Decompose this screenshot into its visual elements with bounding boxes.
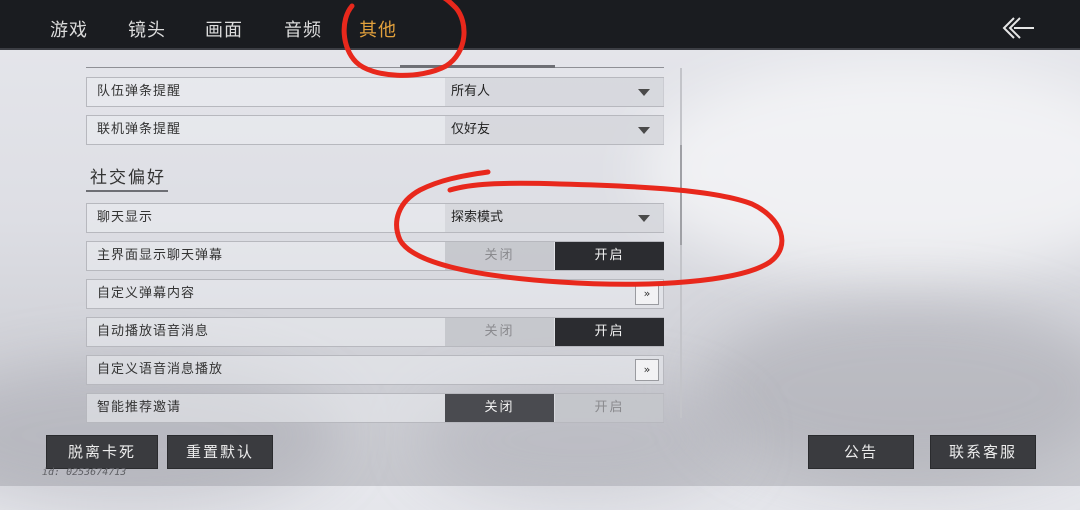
tab-audio[interactable]: 音频 — [284, 0, 322, 48]
divider — [400, 65, 555, 68]
dropdown-value: 所有人 — [451, 84, 491, 99]
setting-row-team-popup: 队伍弹条提醒 所有人 — [86, 77, 664, 107]
settings-panel: 队伍弹条提醒 所有人 联机弹条提醒 仅好友 社交偏好 聊天显示 探索模式 主界面… — [0, 50, 1080, 436]
tab-camera[interactable]: 镜头 — [128, 0, 166, 48]
toggle-on-option[interactable]: 开启 — [555, 318, 664, 346]
setting-label: 主界面显示聊天弹幕 — [97, 248, 224, 263]
coop-popup-dropdown[interactable]: 仅好友 — [445, 116, 664, 144]
caret-down-icon — [638, 89, 650, 96]
unstuck-button[interactable]: 脱离卡死 — [46, 435, 158, 469]
auto-voice-toggle: 关闭 开启 — [445, 318, 664, 346]
setting-row-main-chat-barrage: 主界面显示聊天弹幕 关闭 开启 — [86, 241, 664, 271]
setting-label: 自定义弹幕内容 — [97, 286, 196, 301]
user-id-text: id: 0253674713 — [42, 467, 127, 478]
notice-button[interactable]: 公告 — [808, 435, 914, 469]
setting-row-smart-invite: 智能推荐邀请 关闭 开启 — [86, 393, 664, 423]
caret-down-icon — [638, 127, 650, 134]
dropdown-value: 探索模式 — [451, 210, 504, 225]
setting-label: 智能推荐邀请 — [97, 400, 182, 415]
toggle-off-option[interactable]: 关闭 — [445, 394, 554, 422]
setting-row-custom-barrage[interactable]: 自定义弹幕内容 » — [86, 279, 664, 309]
setting-label: 联机弹条提醒 — [97, 122, 182, 137]
team-popup-dropdown[interactable]: 所有人 — [445, 78, 664, 106]
section-underline — [86, 190, 168, 192]
section-title: 社交偏好 — [90, 168, 166, 188]
caret-down-icon — [638, 215, 650, 222]
contact-support-button[interactable]: 联系客服 — [930, 435, 1036, 469]
top-nav-bar: 游戏 镜头 画面 音频 其他 — [0, 0, 1080, 50]
double-chevron-right-icon[interactable]: » — [635, 359, 659, 381]
main-chat-barrage-toggle: 关闭 开启 — [445, 242, 664, 270]
toggle-off-option[interactable]: 关闭 — [445, 242, 554, 270]
tab-other[interactable]: 其他 — [359, 0, 397, 48]
dropdown-value: 仅好友 — [451, 122, 491, 137]
setting-label: 自动播放语音消息 — [97, 324, 210, 339]
setting-label: 自定义语音消息播放 — [97, 362, 224, 377]
double-chevron-right-icon[interactable]: » — [635, 283, 659, 305]
smart-invite-toggle: 关闭 开启 — [445, 394, 664, 422]
toggle-off-option[interactable]: 关闭 — [445, 318, 554, 346]
tab-graphics[interactable]: 画面 — [205, 0, 243, 48]
setting-row-chat-display: 聊天显示 探索模式 — [86, 203, 664, 233]
setting-label: 聊天显示 — [97, 210, 154, 225]
scrollbar-thumb[interactable] — [680, 145, 682, 245]
reset-default-button[interactable]: 重置默认 — [167, 435, 273, 469]
back-arrow-icon[interactable] — [1000, 14, 1040, 42]
tab-game[interactable]: 游戏 — [50, 0, 88, 48]
setting-label: 队伍弹条提醒 — [97, 84, 182, 99]
setting-row-custom-voice[interactable]: 自定义语音消息播放 » — [86, 355, 664, 385]
toggle-on-option[interactable]: 开启 — [555, 394, 664, 422]
chat-display-dropdown[interactable]: 探索模式 — [445, 204, 664, 232]
divider — [86, 67, 664, 68]
toggle-on-option[interactable]: 开启 — [555, 242, 664, 270]
setting-row-coop-popup: 联机弹条提醒 仅好友 — [86, 115, 664, 145]
setting-row-auto-voice: 自动播放语音消息 关闭 开启 — [86, 317, 664, 347]
